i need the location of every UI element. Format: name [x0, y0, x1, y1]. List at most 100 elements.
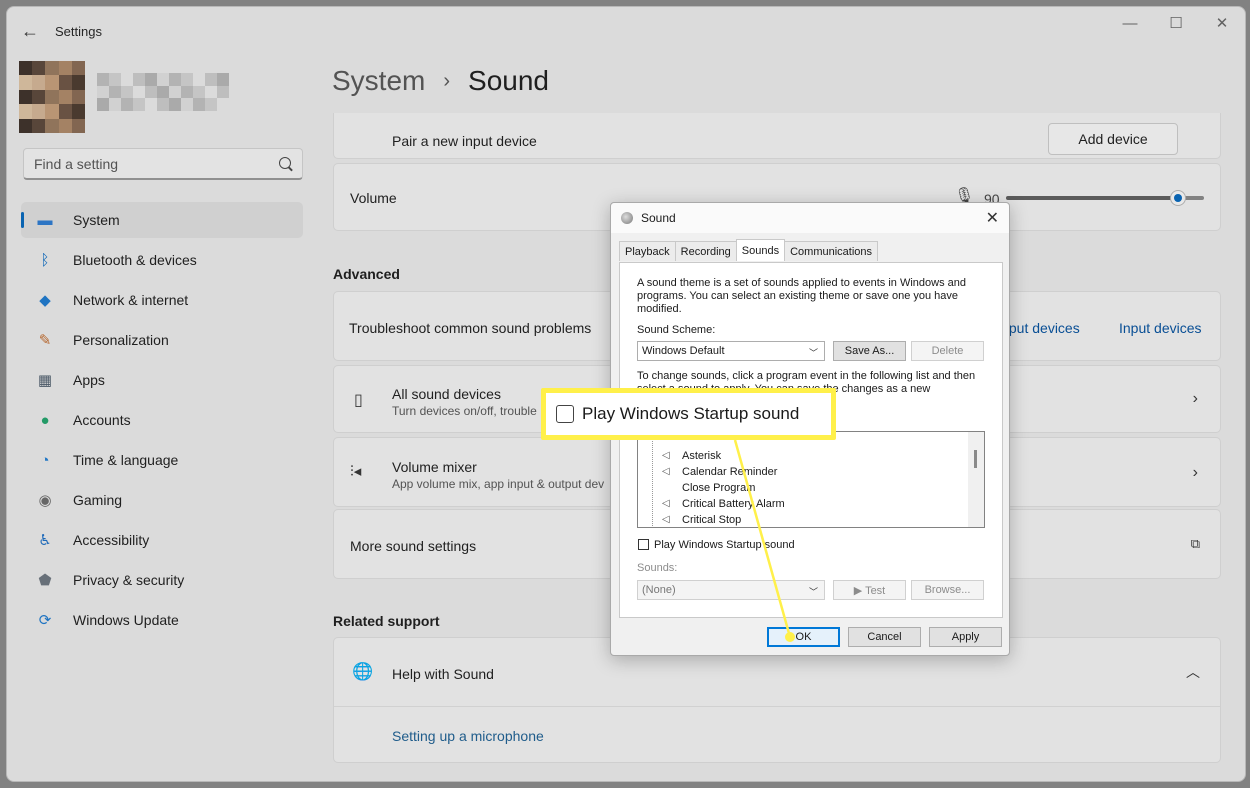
user-name-pixel: [97, 85, 109, 99]
browse-button[interactable]: Browse...: [911, 580, 984, 600]
list-item[interactable]: Asterisk: [682, 448, 721, 464]
volume-mixer-desc: App volume mix, app input & output dev: [392, 477, 605, 491]
speaker-icon: ◁: [662, 466, 670, 477]
program-events-list[interactable]: ◁ Asterisk ◁ Calendar Reminder Close Program…: [637, 431, 985, 528]
add-device-button[interactable]: Add device: [1048, 123, 1178, 155]
user-name-pixel: [109, 73, 121, 86]
back-arrow-icon[interactable]: ←: [21, 21, 39, 42]
user-name-pixel: [181, 98, 193, 111]
tab-sounds[interactable]: Sounds: [735, 239, 786, 261]
user-name-pixel: [145, 85, 157, 99]
external-link-icon: ⧉: [1190, 536, 1200, 551]
user-name-pixel: [217, 85, 229, 99]
list-item[interactable]: Critical Battery Alarm: [682, 496, 785, 512]
sounds-select[interactable]: (None) ﹀: [637, 580, 825, 600]
save-as-button[interactable]: Save As...: [833, 341, 906, 361]
sidebar-item-time-language[interactable]: ◔ Time & language: [21, 442, 303, 478]
user-name-pixel: [121, 98, 133, 111]
user-name-pixel: [109, 98, 121, 111]
delete-button[interactable]: Delete: [911, 341, 984, 361]
user-name-pixel: [193, 98, 205, 111]
sidebar-item-privacy-security[interactable]: ⬟ Privacy & security: [21, 562, 303, 598]
window-controls: — ☐ ✕: [1107, 7, 1245, 39]
user-name-pixel: [133, 98, 145, 111]
page-title: Sound: [468, 65, 549, 96]
speaker-device-icon: ▯: [354, 392, 363, 409]
volume-slider-fill[interactable]: [1006, 196, 1178, 200]
input-devices-link[interactable]: Input devices: [1119, 320, 1202, 336]
tab-communications[interactable]: Communications: [784, 241, 879, 261]
list-item[interactable]: Calendar Reminder: [682, 464, 777, 480]
list-scrollbar[interactable]: [968, 432, 984, 527]
scrollbar-thumb[interactable]: [974, 450, 977, 468]
sidebar-item-bluetooth-devices[interactable]: ᛒ Bluetooth & devices: [21, 242, 303, 278]
avatar-pixel: [71, 104, 85, 119]
sidebar-item-label: Accounts: [73, 412, 131, 428]
user-name-pixel: [97, 73, 109, 86]
chevron-up-icon[interactable]: ︿: [1186, 662, 1200, 682]
user-name-pixel: [121, 73, 133, 86]
avatar-pixel: [45, 61, 59, 76]
help-with-sound-label[interactable]: Help with Sound: [392, 666, 494, 682]
avatar-pixel: [71, 118, 85, 133]
avatar[interactable]: [19, 61, 85, 133]
list-item[interactable]: Critical Stop: [682, 512, 741, 527]
shield-icon: ⬟: [38, 572, 52, 589]
divider: [334, 706, 1220, 707]
sidebar-item-accounts[interactable]: ● Accounts: [21, 402, 303, 438]
startup-sound-checkbox[interactable]: [638, 539, 649, 550]
maximize-button[interactable]: ☐: [1153, 7, 1199, 39]
avatar-pixel: [32, 61, 46, 76]
user-name-pixel: [169, 73, 181, 86]
dialog-close-icon[interactable]: ✕: [986, 208, 999, 228]
avatar-pixel: [58, 89, 72, 105]
list-item[interactable]: Close Program: [682, 480, 755, 496]
sidebar-item-system[interactable]: ▬ System: [21, 202, 303, 238]
breadcrumb-parent[interactable]: System: [332, 65, 425, 97]
startup-sound-label[interactable]: Play Windows Startup sound: [654, 539, 795, 551]
sidebar-item-accessibility[interactable]: ♿ Accessibility: [21, 522, 303, 558]
user-name-pixel: [97, 98, 109, 111]
tab-playback[interactable]: Playback: [619, 241, 676, 261]
output-devices-link[interactable]: tput devices: [1005, 320, 1080, 336]
chevron-down-icon: ﹀: [808, 348, 818, 358]
sidebar-item-label: Apps: [73, 372, 105, 388]
user-name-pixel: [121, 85, 133, 99]
speaker-icon: ◁: [662, 450, 670, 461]
sidebar-item-personalization[interactable]: ✎ Personalization: [21, 322, 303, 358]
sidebar-item-label: System: [73, 212, 120, 228]
cancel-button[interactable]: Cancel: [848, 627, 921, 647]
ok-button[interactable]: OK: [767, 627, 840, 647]
person-icon: ●: [40, 411, 50, 429]
user-name-pixel: [205, 98, 217, 111]
avatar-pixel: [45, 104, 59, 119]
gamepad-icon: ◉: [38, 492, 52, 509]
avatar-pixel: [45, 75, 59, 90]
user-name-pixel: [157, 73, 169, 86]
callout-checkbox: [556, 405, 574, 423]
callout-box: Play Windows Startup sound: [541, 388, 836, 440]
sidebar-item-gaming[interactable]: ◉ Gaming: [21, 482, 303, 518]
sidebar-item-apps[interactable]: ▦ Apps: [21, 362, 303, 398]
search-icon[interactable]: [279, 157, 291, 169]
user-name-blurred: [97, 73, 229, 111]
sidebar-item-windows-update[interactable]: ⟳ Windows Update: [21, 602, 303, 638]
sidebar-nav: ▬ System ᛒ Bluetooth & devices ◆ Network & in…: [21, 202, 303, 642]
sidebar-item-network-internet[interactable]: ◆ Network & internet: [21, 282, 303, 318]
test-button[interactable]: ▶ Test: [833, 580, 906, 600]
volume-slider-thumb[interactable]: [1170, 190, 1186, 206]
sidebar-item-label: Privacy & security: [73, 572, 185, 588]
search-input[interactable]: [34, 155, 264, 173]
all-sound-devices-desc: Turn devices on/off, trouble: [392, 404, 537, 418]
sound-scheme-select[interactable]: Windows Default ﹀: [637, 341, 825, 361]
brush-icon: ✎: [38, 332, 52, 349]
wifi-icon: ◆: [39, 292, 51, 309]
search-box[interactable]: [23, 148, 303, 180]
tab-recording[interactable]: Recording: [674, 241, 737, 261]
setting-up-microphone-link[interactable]: Setting up a microphone: [392, 728, 544, 744]
close-button[interactable]: ✕: [1199, 7, 1245, 39]
apply-button[interactable]: Apply: [929, 627, 1002, 647]
minimize-button[interactable]: —: [1107, 7, 1153, 39]
avatar-pixel: [58, 104, 72, 119]
breadcrumb-separator: ›: [443, 69, 451, 92]
